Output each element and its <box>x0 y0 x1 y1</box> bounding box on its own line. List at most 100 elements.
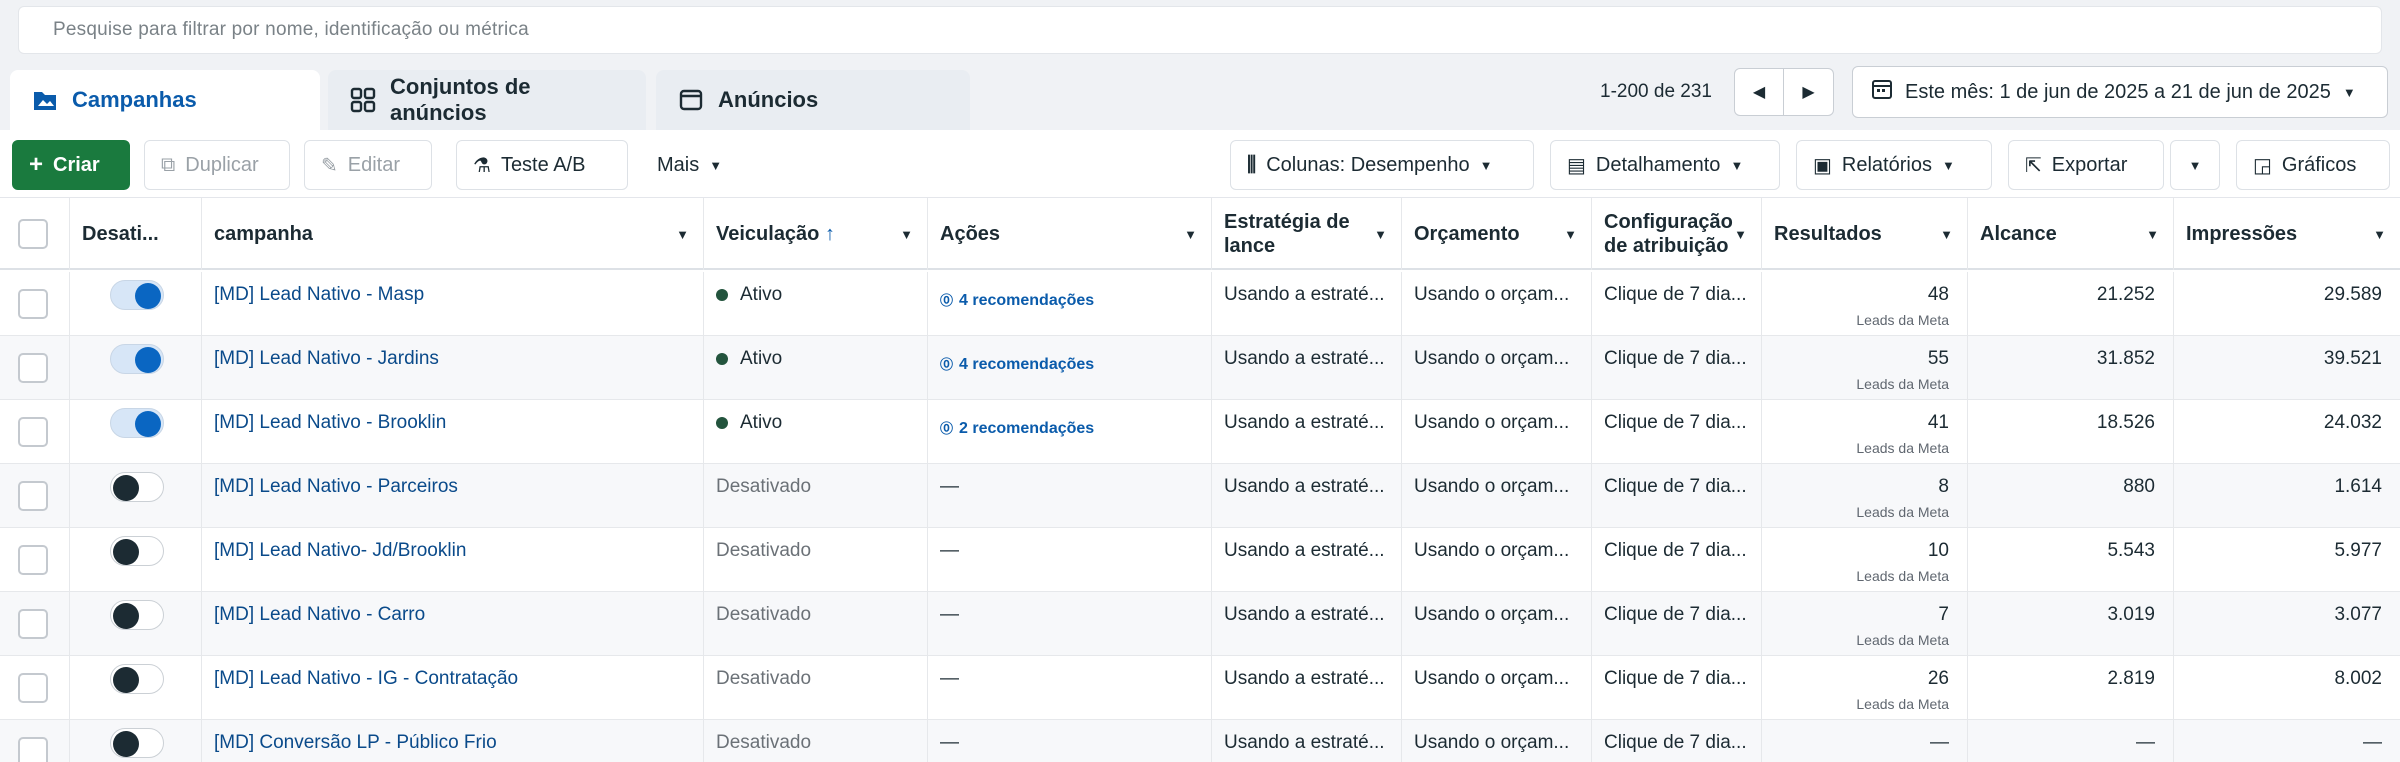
reach-value: 3.019 <box>2107 604 2155 625</box>
more-label: Mais <box>657 153 700 176</box>
header-results[interactable]: Resultados ▼ <box>1762 198 1968 270</box>
date-range-picker[interactable]: Este mês: 1 de jun de 2025 a 21 de jun d… <box>1852 66 2388 118</box>
row-checkbox[interactable] <box>18 289 48 319</box>
campaign-toggle[interactable] <box>110 408 164 438</box>
campaign-toggle[interactable] <box>110 536 164 566</box>
next-page-button[interactable]: ▶ <box>1784 68 1834 116</box>
header-reach[interactable]: Alcance ▼ <box>1968 198 2174 270</box>
duplicate-icon: ⧉ <box>161 153 176 176</box>
row-checkbox[interactable] <box>18 737 48 762</box>
impressions-value: 3.077 <box>2334 604 2382 625</box>
row-checkbox[interactable] <box>18 417 48 447</box>
campaign-name-link[interactable]: [MD] Lead Nativo - Carro <box>214 604 425 625</box>
table-row[interactable]: [MD] Lead Nativo - IG - Contratação Desat… <box>0 656 2400 720</box>
campaign-name-link[interactable]: [MD] Lead Nativo - Brooklin <box>214 412 446 433</box>
recommendations-link[interactable]: ⓪ 4 recomendações <box>940 290 1201 310</box>
results-value: 8 <box>1938 476 1949 497</box>
charts-button[interactable]: ◲ Gráficos <box>2236 140 2390 190</box>
table-row[interactable]: [MD] Lead Nativo - Carro Desativado — Usand… <box>0 592 2400 656</box>
table-row[interactable]: [MD] Lead Nativo - Parceiros Desativado — U… <box>0 464 2400 528</box>
campaign-toggle[interactable] <box>110 280 164 310</box>
row-checkbox[interactable] <box>18 353 48 383</box>
header-delivery[interactable]: Veiculação ↑ ▼ <box>704 198 928 270</box>
row-checkbox[interactable] <box>18 673 48 703</box>
bid-value: Usando a estraté... <box>1224 476 1385 497</box>
campaign-name-cell: [MD] Lead Nativo - Brooklin <box>202 400 704 464</box>
campaign-toggle[interactable] <box>110 600 164 630</box>
campaign-name-link[interactable]: [MD] Lead Nativo - Parceiros <box>214 476 458 497</box>
header-attribution[interactable]: Configuração de atribuição ▼ <box>1592 198 1762 270</box>
table-row[interactable]: [MD] Lead Nativo - Jardins Ativo ⓪ 4 recome… <box>0 336 2400 400</box>
header-impressions[interactable]: Impressões ▼ <box>2174 198 2400 270</box>
row-select-cell <box>0 592 70 656</box>
results-type: Leads da Meta <box>1856 696 1949 712</box>
campaign-toggle[interactable] <box>110 664 164 694</box>
table-row[interactable]: [MD] Lead Nativo- Jd/Brooklin Desativado —… <box>0 528 2400 592</box>
search-input[interactable]: Pesquise para filtrar por nome, identifi… <box>18 6 2382 54</box>
toggle-knob <box>135 283 161 309</box>
ab-test-button[interactable]: ⚗ Teste A/B <box>456 140 628 190</box>
results-value: 41 <box>1927 412 1949 433</box>
create-button[interactable]: + Criar <box>12 140 130 190</box>
tab-campaigns[interactable]: Campanhas <box>10 70 320 130</box>
budget-cell: Usando o orçam... <box>1402 592 1592 656</box>
recommendations-link[interactable]: ⓪ 4 recomendações <box>940 354 1201 374</box>
header-select-all[interactable] <box>0 198 70 270</box>
delivery-cell: Ativo <box>704 400 928 464</box>
select-all-checkbox[interactable] <box>18 219 48 249</box>
reach-cell: 18.526 <box>1968 400 2174 464</box>
delivery-cell: Desativado <box>704 656 928 720</box>
calendar-icon <box>1871 78 1893 106</box>
pagination-buttons: ◀ ▶ <box>1734 66 1834 118</box>
edit-button[interactable]: ✎ Editar <box>304 140 432 190</box>
reports-icon: ▣ <box>1813 154 1832 177</box>
reports-button[interactable]: ▣ Relatórios ▼ <box>1796 140 1992 190</box>
campaign-toggle[interactable] <box>110 472 164 502</box>
header-toggle[interactable]: Desati... <box>70 198 202 270</box>
flask-icon: ⚗ <box>473 154 491 177</box>
header-actions[interactable]: Ações ▼ <box>928 198 1212 270</box>
results-type: Leads da Meta <box>1856 376 1949 392</box>
campaign-name-link[interactable]: [MD] Lead Nativo - IG - Contratação <box>214 668 518 689</box>
attribution-cell: Clique de 7 dia... <box>1592 656 1762 720</box>
campaign-name-link[interactable]: [MD] Lead Nativo - Jardins <box>214 348 439 369</box>
chevron-down-icon: ▼ <box>1730 157 1744 173</box>
plus-icon: + <box>29 151 44 178</box>
table-row[interactable]: [MD] Conversão LP - Público Frio Desativa… <box>0 720 2400 762</box>
reach-value: 5.543 <box>2107 540 2155 561</box>
columns-button[interactable]: ⫼ Colunas: Desempenho ▼ <box>1230 140 1534 190</box>
reach-value: 31.852 <box>2096 348 2155 369</box>
budget-value: Usando o orçam... <box>1414 668 1570 689</box>
ad-icon <box>678 87 704 113</box>
row-checkbox[interactable] <box>18 545 48 575</box>
campaign-name-link[interactable]: [MD] Conversão LP - Público Frio <box>214 732 497 753</box>
header-campaign[interactable]: campanha ▼ <box>202 198 704 270</box>
reach-cell: 5.543 <box>1968 528 2174 592</box>
actions-cell: — <box>928 656 1212 720</box>
budget-value: Usando o orçam... <box>1414 604 1570 625</box>
tab-ads[interactable]: Anúncios <box>656 70 970 130</box>
export-button[interactable]: ⇱ Exportar <box>2008 140 2164 190</box>
toggle-knob <box>113 475 139 501</box>
tab-adsets[interactable]: Conjuntos de anúncios <box>328 70 646 130</box>
campaign-toggle[interactable] <box>110 344 164 374</box>
prev-page-button[interactable]: ◀ <box>1734 68 1784 116</box>
budget-value: Usando o orçam... <box>1414 284 1570 305</box>
row-checkbox[interactable] <box>18 481 48 511</box>
more-button[interactable]: Mais ▼ <box>640 140 758 190</box>
campaign-name-link[interactable]: [MD] Lead Nativo- Jd/Brooklin <box>214 540 466 561</box>
export-dropdown-button[interactable]: ▼ <box>2170 140 2220 190</box>
pencil-icon: ✎ <box>321 154 338 177</box>
recommendations-link[interactable]: ⓪ 2 recomendações <box>940 418 1201 438</box>
row-checkbox[interactable] <box>18 609 48 639</box>
campaign-toggle[interactable] <box>110 728 164 758</box>
header-budget[interactable]: Orçamento ▼ <box>1402 198 1592 270</box>
header-bid-strategy[interactable]: Estratégia de lance ▼ <box>1212 198 1402 270</box>
duplicate-button[interactable]: ⧉ Duplicar <box>144 140 290 190</box>
table-row[interactable]: [MD] Lead Nativo - Brooklin Ativo ⓪ 2 recom… <box>0 400 2400 464</box>
table-row[interactable]: [MD] Lead Nativo - Masp Ativo ⓪ 4 recomenda… <box>0 272 2400 336</box>
row-select-cell <box>0 528 70 592</box>
breakdown-button[interactable]: ▤ Detalhamento ▼ <box>1550 140 1780 190</box>
budget-value: Usando o orçam... <box>1414 476 1570 497</box>
campaign-name-link[interactable]: [MD] Lead Nativo - Masp <box>214 284 424 305</box>
